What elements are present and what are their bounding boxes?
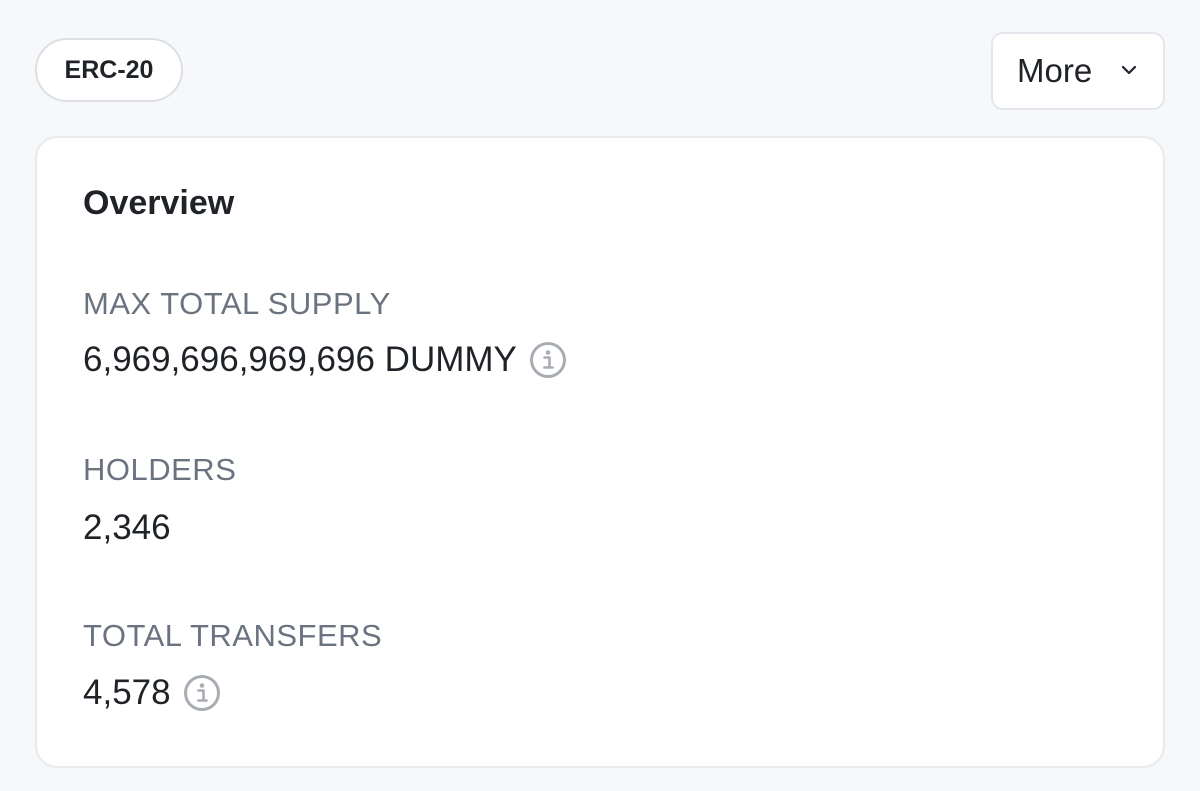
- info-icon[interactable]: [183, 674, 221, 712]
- more-button-label: More: [1017, 52, 1093, 89]
- max-total-supply-value: 6,969,696,969,696 DUMMY: [83, 340, 517, 379]
- overview-title: Overview: [83, 184, 235, 222]
- info-icon[interactable]: [529, 341, 567, 379]
- overview-card: Overview MAX TOTAL SUPPLY 6,969,696,969,…: [35, 136, 1165, 768]
- total-transfers-value-row: 4,578: [83, 673, 221, 713]
- holders-label: HOLDERS: [83, 452, 237, 487]
- holders-value-row: 2,346: [83, 508, 171, 548]
- token-standard-badge: ERC-20: [35, 38, 183, 102]
- holders-value: 2,346: [83, 508, 171, 547]
- max-total-supply-value-row: 6,969,696,969,696 DUMMY: [83, 340, 567, 380]
- more-dropdown-button[interactable]: More: [991, 32, 1165, 110]
- chevron-down-icon: [1121, 65, 1137, 75]
- max-total-supply-label: MAX TOTAL SUPPLY: [83, 286, 391, 321]
- total-transfers-label: TOTAL TRANSFERS: [83, 618, 383, 653]
- total-transfers-value: 4,578: [83, 673, 171, 712]
